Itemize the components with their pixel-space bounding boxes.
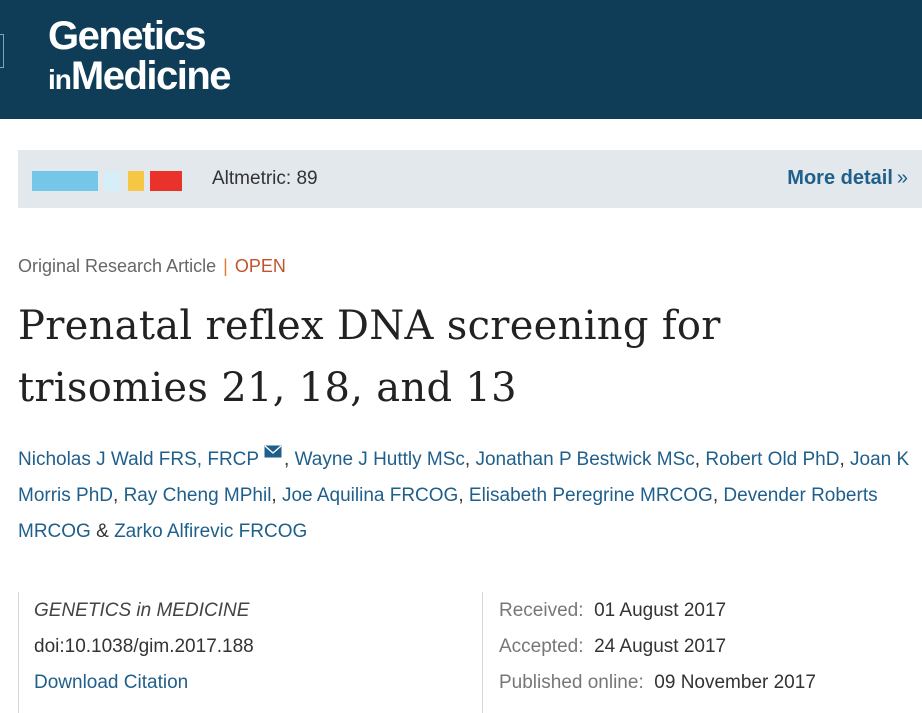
download-citation-link[interactable]: Download Citation xyxy=(34,672,188,694)
altmetric-segment-facebook xyxy=(104,171,120,191)
doi-text: doi:10.1038/gim.2017.188 xyxy=(34,636,254,657)
article-type: Original Research Article | OPEN xyxy=(18,256,286,277)
altmetric-score: Altmetric: 89 xyxy=(212,168,318,189)
author-link[interactable]: Wayne J Huttly MSc xyxy=(295,449,465,470)
published-row: Published online: 09 November 2017 xyxy=(499,672,816,694)
author-link[interactable]: Elisabeth Peregrine MRCOG xyxy=(469,485,713,506)
author-link[interactable]: Nicholas J Wald FRS, FRCP xyxy=(18,449,259,470)
received-row: Received: 01 August 2017 xyxy=(499,600,726,622)
logo-in: in xyxy=(48,64,72,95)
author-connector: & xyxy=(96,521,109,542)
author-list: Nicholas J Wald FRS, FRCP , Wayne J Hutt… xyxy=(18,442,918,550)
received-date: 01 August 2017 xyxy=(594,600,727,621)
journal-logo[interactable]: Genetics inMedicine xyxy=(48,14,232,100)
article-type-label: Original Research Article xyxy=(18,256,217,276)
logo-medicine: Medicine xyxy=(70,54,232,98)
article-info: GENETICS in MEDICINE doi:10.1038/gim.201… xyxy=(18,592,922,713)
altmetric-bar: Altmetric: 89 More detail» xyxy=(18,150,922,208)
more-detail-label: More detail xyxy=(787,167,893,189)
journal-name: GENETICS in MEDICINE xyxy=(34,600,250,621)
article-type-separator: | xyxy=(223,256,228,276)
accepted-date: 24 August 2017 xyxy=(594,636,727,657)
accepted-label: Accepted: xyxy=(499,636,584,657)
logo-line2: inMedicine xyxy=(48,54,232,100)
mail-icon[interactable] xyxy=(264,445,282,458)
logo-line1: Genetics xyxy=(48,14,206,58)
author-link[interactable]: Joe Aquilina FRCOG xyxy=(282,485,458,506)
open-access-badge: OPEN xyxy=(234,256,286,276)
more-detail-link[interactable]: More detail» xyxy=(787,167,908,190)
author-link[interactable]: Ray Cheng MPhil xyxy=(124,485,272,506)
accepted-row: Accepted: 24 August 2017 xyxy=(499,636,726,658)
published-label: Published online: xyxy=(499,672,644,693)
side-tab[interactable] xyxy=(0,34,4,68)
author-link[interactable]: Jonathan P Bestwick MSc xyxy=(475,449,694,470)
published-date: 09 November 2017 xyxy=(654,672,816,693)
article-title: Prenatal reflex DNA screening for trisom… xyxy=(18,303,721,411)
site-header: Genetics inMedicine xyxy=(0,0,922,119)
double-chevron-right-icon: » xyxy=(896,167,908,189)
altmetric-segment-twitter xyxy=(32,171,98,191)
author-link[interactable]: Robert Old PhD xyxy=(705,449,839,470)
citation-column: GENETICS in MEDICINE doi:10.1038/gim.201… xyxy=(18,592,483,713)
altmetric-segment-news xyxy=(128,171,144,191)
altmetric-badge-icon[interactable] xyxy=(32,171,192,191)
altmetric-segment-blogs xyxy=(150,171,182,191)
dates-column: Received: 01 August 2017 Accepted: 24 Au… xyxy=(482,592,922,713)
author-link[interactable]: Zarko Alfirevic FRCOG xyxy=(114,521,307,542)
received-label: Received: xyxy=(499,600,584,621)
